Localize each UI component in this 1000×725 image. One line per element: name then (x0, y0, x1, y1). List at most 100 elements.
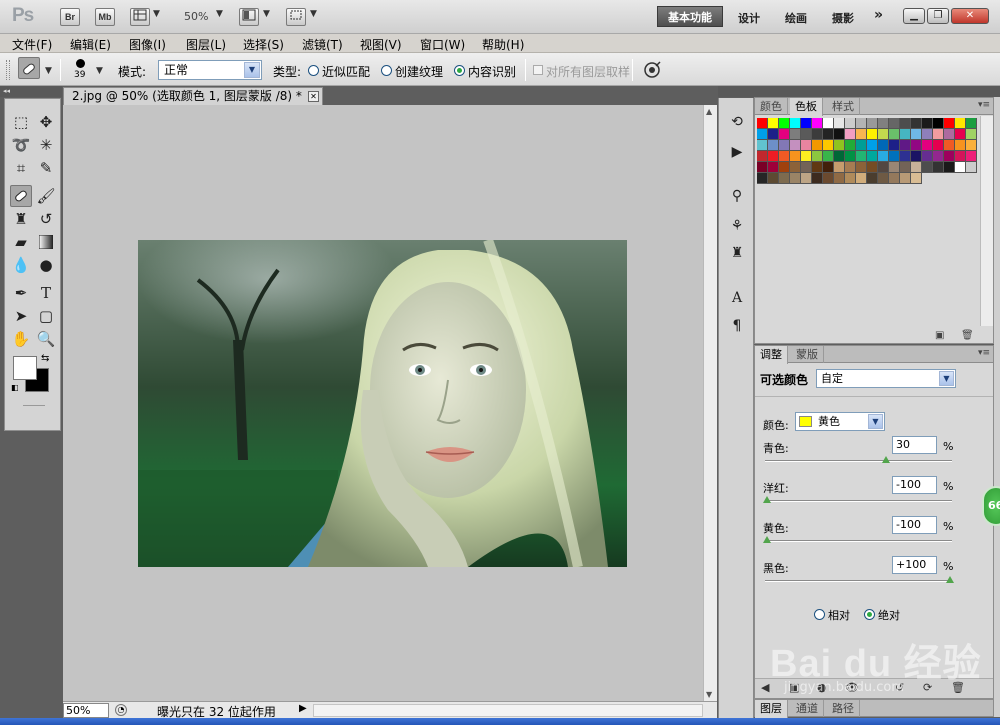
color-swatch[interactable] (878, 118, 889, 129)
color-swatch[interactable] (966, 118, 977, 129)
color-swatch[interactable] (966, 162, 977, 173)
pen-tool-icon[interactable]: ✒ (10, 282, 32, 304)
color-swatch[interactable] (867, 118, 878, 129)
color-swatch[interactable] (856, 151, 867, 162)
canvas-area[interactable] (63, 105, 703, 701)
color-swatch[interactable] (845, 151, 856, 162)
color-swatch[interactable] (889, 118, 900, 129)
color-swatch[interactable] (944, 140, 955, 151)
menu-help[interactable]: 帮助(H) (482, 36, 524, 53)
color-swatch[interactable] (889, 151, 900, 162)
color-swatch[interactable] (812, 129, 823, 140)
color-swatch[interactable] (801, 173, 812, 184)
status-menu-arrow-icon[interactable]: ▶ (299, 703, 307, 714)
crop-tool-icon[interactable]: ⌗ (10, 157, 32, 179)
slider-track[interactable] (763, 496, 952, 503)
restore-button[interactable]: ❐ (927, 8, 949, 24)
color-swatch[interactable] (757, 140, 768, 151)
tab-swatches[interactable]: 色板 (790, 98, 823, 116)
brush-tool-icon[interactable]: 🖌 (35, 185, 57, 207)
new-swatch-icon[interactable]: ▣ (935, 330, 944, 341)
color-swatch[interactable] (955, 151, 966, 162)
tab-adjustments[interactable]: 调整 (755, 346, 788, 364)
color-swatch[interactable] (801, 140, 812, 151)
color-swatch[interactable] (933, 140, 944, 151)
color-swatch[interactable] (790, 162, 801, 173)
healing-brush-preset-icon[interactable] (18, 57, 40, 79)
color-swatch[interactable] (812, 140, 823, 151)
color-swatch[interactable] (757, 129, 768, 140)
bridge-button[interactable]: Br (60, 8, 80, 26)
slider-track[interactable] (765, 456, 952, 463)
color-swatch[interactable] (922, 129, 933, 140)
visibility-icon[interactable]: ● (817, 681, 827, 694)
back-arrow-icon[interactable]: ◀ (761, 681, 769, 694)
color-swatch[interactable] (900, 129, 911, 140)
color-swatch[interactable] (933, 129, 944, 140)
type-tool-icon[interactable]: T (35, 282, 57, 304)
floating-badge[interactable]: 66 (982, 486, 1000, 526)
status-info-icon[interactable]: ◔ (115, 704, 127, 716)
sample-all-layers-checkbox[interactable] (533, 65, 543, 75)
dodge-tool-icon[interactable]: ● (35, 254, 57, 276)
color-swatch[interactable] (889, 173, 900, 184)
color-swatch[interactable] (878, 140, 889, 151)
swatch-scrollbar[interactable] (980, 116, 993, 326)
menu-select[interactable]: 选择(S) (243, 36, 284, 53)
color-swatch[interactable] (911, 151, 922, 162)
color-swatch[interactable] (834, 151, 845, 162)
menu-image[interactable]: 图像(I) (129, 36, 166, 53)
color-swatch[interactable] (867, 162, 878, 173)
refresh-icon[interactable]: ⟳ (923, 681, 932, 694)
color-swatch[interactable] (768, 140, 779, 151)
color-swatch[interactable] (790, 140, 801, 151)
panel-menu-icon[interactable]: ▾≡ (978, 348, 990, 358)
workspace-design-button[interactable]: 设计 (738, 10, 760, 26)
zoom-tool-icon[interactable]: 🔍 (35, 328, 57, 350)
paragraph-panel-icon[interactable]: ¶ (727, 316, 747, 336)
mode-select[interactable]: 正常 ▼ (158, 60, 262, 80)
color-swatch[interactable] (757, 151, 768, 162)
slider-value-input[interactable]: 30 (892, 436, 937, 454)
color-swatch[interactable] (834, 140, 845, 151)
actions-panel-icon[interactable]: ▶ (727, 142, 747, 162)
color-swatch[interactable] (955, 118, 966, 129)
color-swatch[interactable] (966, 151, 977, 162)
color-swatch[interactable] (768, 129, 779, 140)
slider-value-input[interactable]: +100 (892, 556, 937, 574)
workspace-essentials-button[interactable]: 基本功能 (657, 6, 723, 27)
color-swatch[interactable] (900, 151, 911, 162)
history-panel-icon[interactable]: ⟲ (727, 112, 747, 132)
color-swatch[interactable] (944, 118, 955, 129)
color-swatch[interactable] (768, 162, 779, 173)
scroll-down-icon[interactable]: ▼ (706, 690, 712, 699)
close-button[interactable]: ✕ (951, 8, 989, 24)
brush-panel-icon[interactable]: ⚘ (727, 216, 747, 236)
color-swatch[interactable] (779, 151, 790, 162)
minimize-button[interactable]: ▁ (903, 8, 925, 24)
panels-grip[interactable] (754, 86, 1000, 97)
type-proximity-radio[interactable] (308, 65, 319, 76)
color-swatch[interactable] (878, 129, 889, 140)
slider-thumb[interactable] (763, 496, 771, 503)
shape-tool-icon[interactable]: ▢ (35, 305, 57, 327)
arrange-documents-button[interactable] (239, 8, 259, 26)
color-swatch[interactable] (801, 162, 812, 173)
color-swatch[interactable] (812, 151, 823, 162)
brush-presets-panel-icon[interactable]: ⚲ (727, 186, 747, 206)
reset-icon[interactable]: ↺ (895, 681, 904, 694)
scroll-up-icon[interactable]: ▲ (706, 107, 712, 116)
relative-mode-radio[interactable] (814, 609, 825, 620)
color-swatch[interactable] (922, 151, 933, 162)
color-swatch[interactable] (856, 173, 867, 184)
color-swatch[interactable] (834, 118, 845, 129)
color-swatch[interactable] (834, 129, 845, 140)
slider-thumb[interactable] (881, 456, 890, 463)
color-swatch[interactable] (779, 118, 790, 129)
lasso-tool-icon[interactable]: ➰ (10, 134, 32, 156)
color-swatch[interactable] (823, 162, 834, 173)
type-content-aware-radio[interactable] (454, 65, 465, 76)
color-swatch[interactable] (911, 118, 922, 129)
color-swatch[interactable] (812, 118, 823, 129)
color-swatch[interactable] (845, 118, 856, 129)
